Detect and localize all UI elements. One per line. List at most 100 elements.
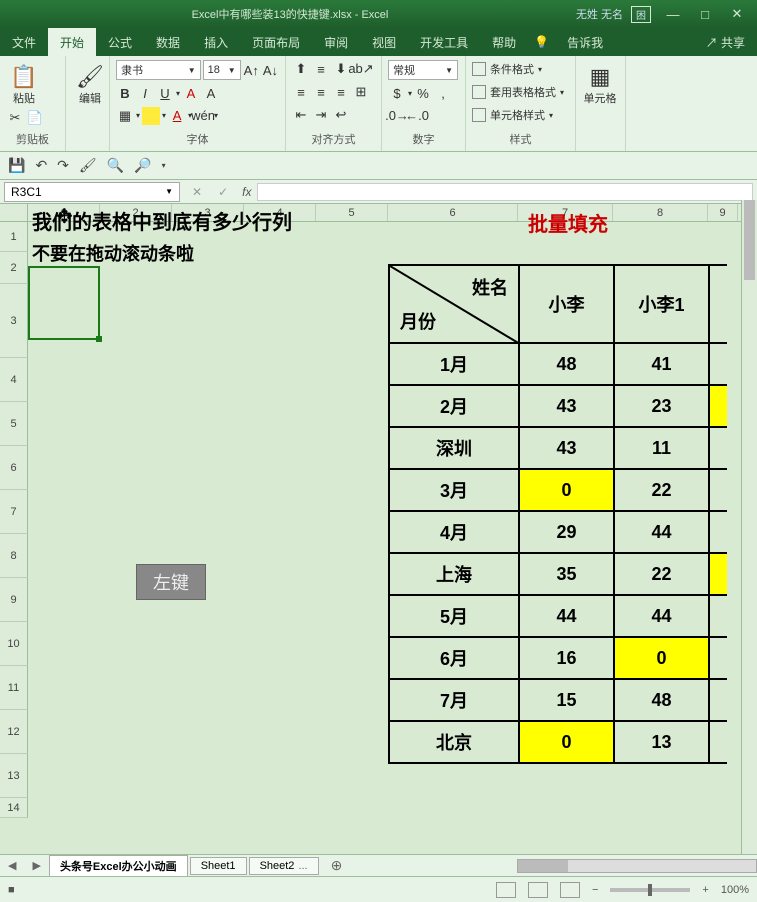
normal-view-button[interactable] — [496, 882, 516, 898]
minimize-button[interactable]: — — [657, 7, 689, 22]
active-cell-selection[interactable] — [28, 266, 100, 340]
col-header[interactable]: 6 — [388, 204, 518, 221]
data-cell[interactable]: 41 — [614, 343, 709, 385]
data-cell[interactable] — [709, 553, 727, 595]
indent-dec-icon[interactable]: ⇤ — [292, 106, 310, 124]
horizontal-scrollbar[interactable] — [517, 859, 757, 873]
vertical-scrollbar[interactable] — [741, 200, 757, 854]
data-cell[interactable]: 0 — [519, 469, 614, 511]
conditional-format-button[interactable]: 条件格式 ▾ — [472, 60, 569, 78]
data-cell[interactable] — [709, 343, 727, 385]
bold-button[interactable]: B — [116, 84, 134, 102]
data-cell[interactable] — [709, 595, 727, 637]
data-cell[interactable]: 48 — [519, 343, 614, 385]
cut-icon[interactable]: ✂ — [6, 109, 24, 127]
zoom-in-button[interactable]: + — [702, 884, 708, 896]
row-header[interactable]: 14 — [0, 798, 28, 818]
sheet-nav-prev[interactable]: ◀ — [0, 859, 24, 872]
tab-help[interactable]: 帮助 — [480, 28, 528, 57]
tab-insert[interactable]: 插入 — [192, 28, 240, 57]
sheet-nav-next[interactable]: ▶ — [24, 859, 48, 872]
col-header[interactable]: 5 — [316, 204, 388, 221]
save-icon[interactable]: 💾 — [8, 157, 25, 174]
col-header[interactable]: 8 — [613, 204, 708, 221]
copy-icon[interactable]: 📄 — [26, 109, 44, 127]
redo-icon[interactable]: ↷ — [57, 157, 69, 174]
zoom-slider[interactable] — [610, 888, 690, 892]
data-cell[interactable]: 43 — [519, 427, 614, 469]
share-button[interactable]: ↗ 共享 — [694, 28, 757, 57]
indent-inc-icon[interactable]: ⇥ — [312, 106, 330, 124]
data-cell[interactable]: 4月 — [389, 511, 519, 553]
row-header[interactable]: 3 — [0, 284, 28, 358]
row-header[interactable]: 9 — [0, 578, 28, 622]
tab-data[interactable]: 数据 — [144, 28, 192, 57]
worksheet-grid[interactable]: 1 2 3 4 5 6 7 8 9 1234567891011121314 ✥ … — [0, 204, 757, 818]
orientation-icon[interactable]: ab↗ — [352, 60, 370, 78]
row-header[interactable]: 11 — [0, 666, 28, 710]
name-box[interactable]: R3C1▼ — [4, 182, 180, 202]
phonetic-icon[interactable]: wén — [194, 107, 212, 125]
wrap-text-icon[interactable]: ↩ — [332, 106, 350, 124]
row-header[interactable]: 10 — [0, 622, 28, 666]
italic-button[interactable]: I — [136, 84, 154, 102]
font-selector[interactable]: 隶书▼ — [116, 60, 201, 80]
data-cell[interactable]: 6月 — [389, 637, 519, 679]
inc-decimal-icon[interactable]: .0→ — [388, 107, 406, 125]
data-cell[interactable] — [709, 511, 727, 553]
formula-input[interactable] — [257, 183, 753, 201]
data-cell[interactable]: 深圳 — [389, 427, 519, 469]
data-cell[interactable]: 23 — [614, 385, 709, 427]
align-top-icon[interactable]: ⬆ — [292, 60, 310, 78]
merge-icon[interactable]: ⊞ — [352, 83, 370, 101]
currency-icon[interactable]: $ — [388, 84, 406, 102]
tab-dev[interactable]: 开发工具 — [408, 28, 480, 57]
font-color-icon[interactable]: A — [168, 107, 186, 125]
grow-font-icon[interactable]: A↑ — [243, 61, 260, 79]
pagebreak-view-button[interactable] — [560, 882, 580, 898]
sheet-tab-1[interactable]: 头条号Excel办公小动画 — [49, 855, 188, 877]
row-header[interactable]: 12 — [0, 710, 28, 754]
data-cell[interactable]: 48 — [614, 679, 709, 721]
undo-icon[interactable]: ↶ — [35, 157, 47, 174]
data-cell[interactable]: 16 — [519, 637, 614, 679]
row-header[interactable]: 7 — [0, 490, 28, 534]
data-cell[interactable]: 44 — [614, 595, 709, 637]
data-cell[interactable]: 43 — [519, 385, 614, 427]
data-cell[interactable]: 2月 — [389, 385, 519, 427]
data-cell[interactable]: 北京 — [389, 721, 519, 763]
data-cell[interactable] — [709, 385, 727, 427]
tab-file[interactable]: 文件 — [0, 28, 48, 57]
close-button[interactable]: ✕ — [721, 6, 753, 22]
row-header[interactable]: 13 — [0, 754, 28, 798]
row-header[interactable]: 8 — [0, 534, 28, 578]
number-format-selector[interactable]: 常规▼ — [388, 60, 458, 80]
percent-icon[interactable]: % — [414, 84, 432, 102]
col-header[interactable]: 9 — [708, 204, 738, 221]
align-left-icon[interactable]: ≡ — [292, 83, 310, 101]
zoom-level[interactable]: 100% — [721, 884, 749, 896]
align-middle-icon[interactable]: ≡ — [312, 60, 330, 78]
data-cell[interactable] — [709, 679, 727, 721]
tab-tellme[interactable]: 告诉我 — [555, 28, 615, 57]
new-sheet-button[interactable]: ⊕ — [321, 857, 353, 874]
data-cell[interactable]: 上海 — [389, 553, 519, 595]
tab-review[interactable]: 审阅 — [312, 28, 360, 57]
row-header[interactable]: 5 — [0, 402, 28, 446]
sheet-tab-2[interactable]: Sheet1 — [190, 857, 247, 875]
data-cell[interactable]: 29 — [519, 511, 614, 553]
qat-brush-icon[interactable]: 🖌 — [79, 157, 97, 174]
data-cell[interactable]: 0 — [614, 637, 709, 679]
fontsize-selector[interactable]: 18▼ — [203, 60, 241, 80]
fx-icon[interactable]: fx — [236, 185, 257, 199]
tab-home[interactable]: 开始 — [48, 28, 96, 57]
data-cell[interactable]: 1月 — [389, 343, 519, 385]
user-name[interactable]: 无姓 无名 — [576, 6, 623, 22]
data-cell[interactable]: 22 — [614, 553, 709, 595]
row-header[interactable]: 2 — [0, 252, 28, 284]
font-color-a-icon[interactable]: A — [182, 84, 200, 102]
border-icon[interactable]: ▦ — [116, 107, 134, 125]
ribbon-mode-icon[interactable]: 困 — [631, 6, 651, 23]
vscroll-thumb[interactable] — [744, 200, 755, 280]
qat-zoomsel-icon[interactable]: 🔎 — [134, 157, 151, 174]
